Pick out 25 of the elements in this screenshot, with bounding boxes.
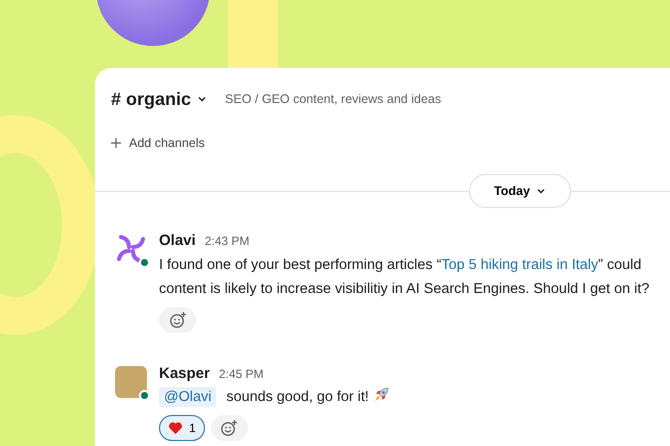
author-name[interactable]: Kasper (159, 362, 210, 385)
photo-placeholder (115, 366, 147, 398)
add-emoji-icon (168, 310, 186, 328)
chevron-icon (536, 186, 546, 196)
article-link[interactable]: Top 5 hiking trails in Italy (441, 256, 598, 272)
heart-icon (168, 421, 183, 435)
timestamp: 2:43 PM (204, 233, 250, 250)
add-emoji-icon (220, 419, 238, 437)
reaction-button[interactable]: 1 (159, 415, 205, 441)
channel-name[interactable]: # organic (111, 86, 192, 112)
author-name[interactable]: Olavi (159, 230, 196, 252)
timestamp: 2:45 PM (218, 366, 264, 382)
message-text: I found one of your best performing articles “Top 5 hiking trails in Italy” could content is likely to increase visibilitiy in AI Search Engines. Should I get on it? (159, 256, 650, 298)
mention-link[interactable]: @Olavi (159, 387, 216, 407)
date-divider-button[interactable]: Today (469, 174, 571, 208)
logo-avatar-icon (115, 233, 147, 265)
channel-topic: SEO / GEO content, reviews and ideas (225, 90, 442, 108)
plus-icon (111, 138, 121, 148)
rocket-icon (372, 387, 389, 403)
chevron-icon (197, 94, 208, 104)
decorative-bar (228, 0, 278, 70)
add-channels-link[interactable]: Add channels (129, 134, 205, 152)
add-reaction-button[interactable] (159, 306, 196, 332)
message-text: @Olavi sounds good, go for it! (159, 385, 389, 409)
add-reaction-button[interactable] (210, 415, 248, 441)
